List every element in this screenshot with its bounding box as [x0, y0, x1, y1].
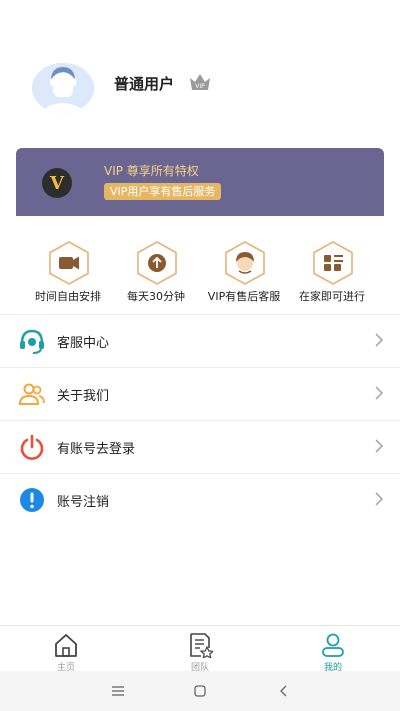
menu-item-label: 账号注销 [57, 495, 110, 510]
chevron-right-icon [375, 439, 384, 453]
video-camera-icon [49, 241, 89, 285]
document-star-icon [190, 633, 213, 658]
feature-item[interactable]: 时间自由安排 [18, 232, 118, 314]
svg-text:VIP: VIP [195, 83, 205, 90]
upload-arrow-icon [137, 241, 177, 285]
chevron-right-icon [375, 492, 384, 506]
chevron-right-icon [375, 386, 384, 400]
vip-banner[interactable]: V VIP 尊享所有特权 VIP用户享有售后服务 [16, 148, 384, 216]
avatar-icon [32, 63, 94, 113]
feature-label: 每天30分钟 [127, 290, 185, 303]
bottom-nav: 主页 团队 我的 [0, 625, 400, 673]
feature-label: VIP有售后客服 [207, 290, 281, 303]
alert-icon [20, 488, 44, 512]
vip-title: VIP 尊享所有特权 [104, 164, 199, 178]
nav-team[interactable]: 团队 [170, 630, 230, 673]
nav-home[interactable]: 主页 [36, 630, 96, 673]
power-icon [20, 434, 44, 460]
nav-profile[interactable]: 我的 [303, 630, 363, 673]
back-icon[interactable] [276, 683, 292, 699]
menu-item-label: 客服中心 [57, 336, 110, 351]
menu-item-customer-service[interactable]: 客服中心 [0, 315, 400, 367]
menu-icon[interactable] [110, 683, 126, 699]
vip-logo-icon: V [42, 168, 72, 198]
system-nav-bar [0, 671, 400, 711]
menu-item-about-us[interactable]: 关于我们 [0, 368, 400, 420]
vip-subtitle-badge: VIP用户享有售后服务 [104, 183, 222, 200]
menu-item-label: 有账号去登录 [57, 442, 136, 457]
vip-logo-letter: V [50, 172, 64, 194]
vip-crown-icon: VIP [190, 74, 210, 90]
feature-item[interactable]: 每天30分钟 [106, 232, 206, 314]
profile-page: 普通用户 VIP V VIP 尊享所有特权 VIP用户享有售后服务 时间自由安排 [0, 0, 400, 711]
headset-icon [20, 329, 44, 354]
support-agent-icon [225, 241, 265, 285]
profile-header: 普通用户 VIP [0, 0, 400, 140]
profile-icon [322, 633, 344, 657]
feature-item[interactable]: VIP有售后客服 [194, 232, 294, 314]
chevron-right-icon [375, 333, 384, 347]
grid-menu-icon [313, 241, 353, 285]
avatar[interactable] [32, 63, 94, 113]
feature-label: 时间自由安排 [35, 290, 101, 303]
feature-label: 在家即可进行 [299, 290, 365, 303]
feature-item[interactable]: 在家即可进行 [282, 232, 382, 314]
menu-item-delete-account[interactable]: 账号注销 [0, 474, 400, 526]
users-icon [18, 383, 45, 405]
feature-row: 时间自由安排 每天30分钟 VIP有售后客服 在家即可进行 [0, 232, 400, 314]
username: 普通用户 [114, 75, 175, 93]
home-icon [55, 634, 77, 657]
menu-item-label: 关于我们 [57, 389, 110, 404]
menu-item-login[interactable]: 有账号去登录 [0, 421, 400, 473]
home-square-icon[interactable] [192, 683, 208, 699]
